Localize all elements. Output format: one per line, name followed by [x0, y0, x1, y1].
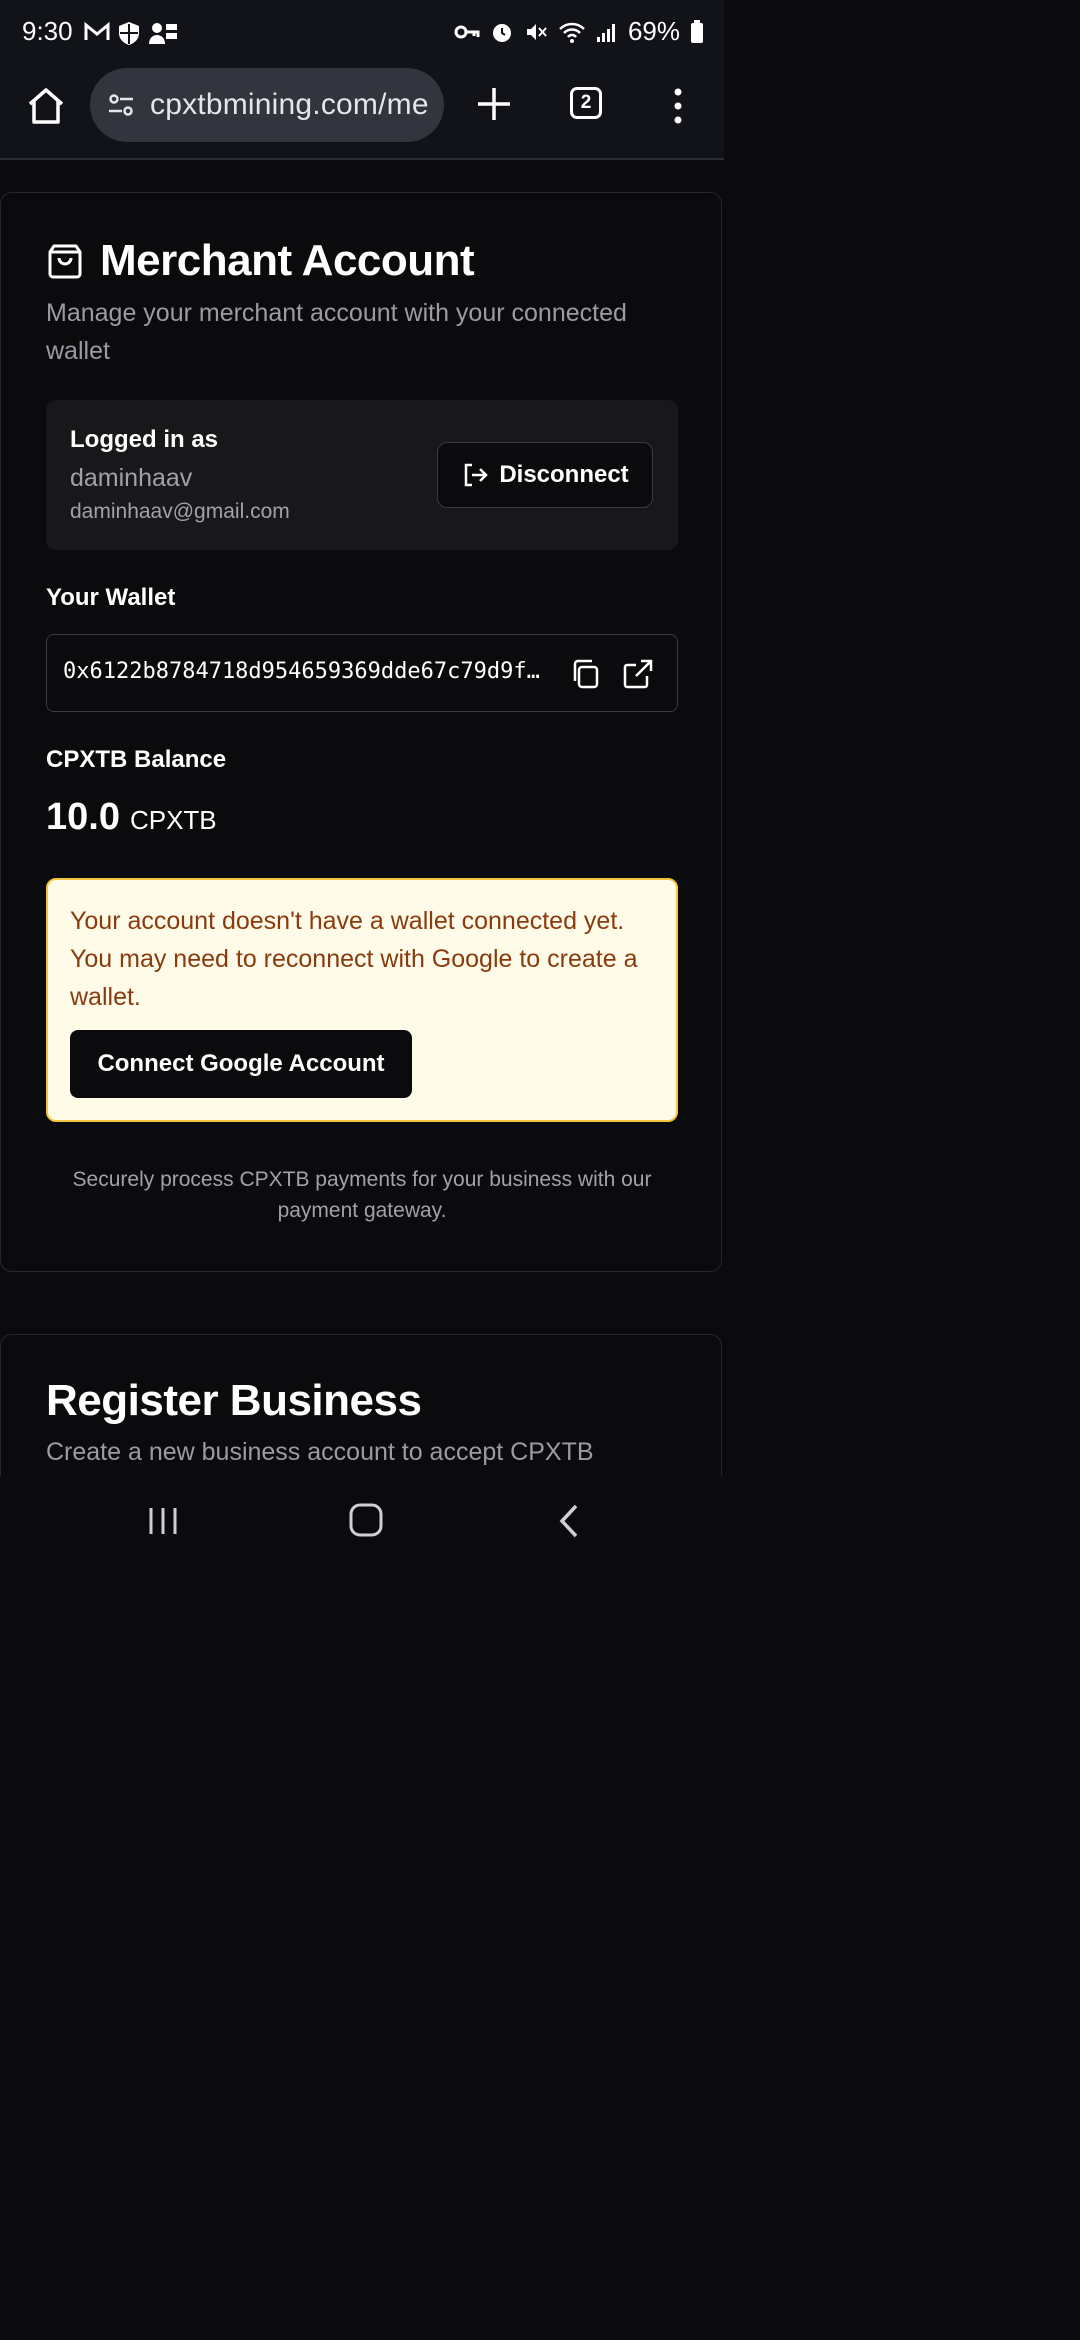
footer-note: Securely process CPXTB payments for your… [72, 1168, 652, 1222]
signal-icon [596, 23, 615, 42]
wallet-warning-alert: Your account doesn't have a wallet conne… [46, 878, 678, 1122]
login-info-panel: Logged in as daminhaav daminhaav@gmail.c… [46, 400, 678, 550]
register-title: Register Business [46, 1376, 422, 1425]
notification-icons [84, 20, 178, 46]
browser-toolbar: cpxtbmining.com/me 2 [0, 66, 724, 160]
wallet-address: 0x6122b8784718d954659369dde67c79d9f… [63, 659, 540, 684]
wallet-address-field: 0x6122b8784718d954659369dde67c79d9f… [46, 634, 678, 712]
alarm-icon [492, 23, 511, 42]
page-subtitle: Manage your merchant account with your c… [46, 299, 627, 365]
user-email: daminhaav@gmail.com [70, 500, 290, 523]
back-icon[interactable] [554, 1502, 584, 1540]
username: daminhaav [70, 464, 193, 492]
warning-text: Your account doesn't have a wallet conne… [70, 907, 638, 1011]
gmail-icon [84, 21, 110, 40]
wifi-icon [559, 22, 585, 43]
address-bar[interactable]: cpxtbmining.com/me [90, 68, 444, 142]
logout-icon [465, 463, 489, 487]
disconnect-button[interactable]: Disconnect [437, 442, 653, 508]
shopping-bag-icon [48, 244, 82, 279]
shield-icon [119, 22, 139, 45]
new-tab-icon[interactable] [474, 84, 514, 124]
connect-google-button[interactable]: Connect Google Account [70, 1030, 412, 1098]
recent-apps-icon[interactable] [146, 1504, 180, 1538]
vpn-key-icon [454, 25, 480, 38]
page-title: Merchant Account [100, 236, 475, 285]
more-menu-icon[interactable] [670, 86, 686, 126]
status-bar: 9:30 69% [0, 0, 724, 66]
balance-value: 10.0 [46, 796, 120, 838]
url-text[interactable]: cpxtbmining.com/me [150, 88, 429, 122]
status-time: 9:30 [22, 16, 73, 46]
copy-icon[interactable] [569, 657, 603, 691]
balance-display: 10.0 CPXTB [46, 796, 217, 839]
register-subtitle: Create a new business account to accept … [46, 1438, 594, 1466]
mute-icon [526, 23, 547, 40]
system-nav-bar [0, 1476, 724, 1568]
battery-icon [691, 19, 703, 43]
balance-unit: CPXTB [129, 805, 217, 835]
battery-percent: 69% [627, 16, 680, 46]
logged-in-label: Logged in as [70, 426, 219, 453]
system-icons: 69% [454, 16, 704, 47]
wallet-label: Your Wallet [46, 584, 176, 611]
external-link-icon[interactable] [621, 657, 655, 691]
home-icon[interactable] [24, 84, 68, 128]
tab-switcher-button[interactable]: 2 [570, 87, 602, 119]
contacts-icon [149, 23, 177, 44]
balance-label: CPXTB Balance [46, 746, 227, 773]
home-nav-icon[interactable] [348, 1500, 384, 1540]
merchant-title-row: Merchant Account [46, 236, 475, 286]
site-settings-icon[interactable] [106, 90, 136, 120]
disconnect-label: Disconnect [499, 461, 629, 488]
tab-count: 2 [580, 92, 592, 113]
